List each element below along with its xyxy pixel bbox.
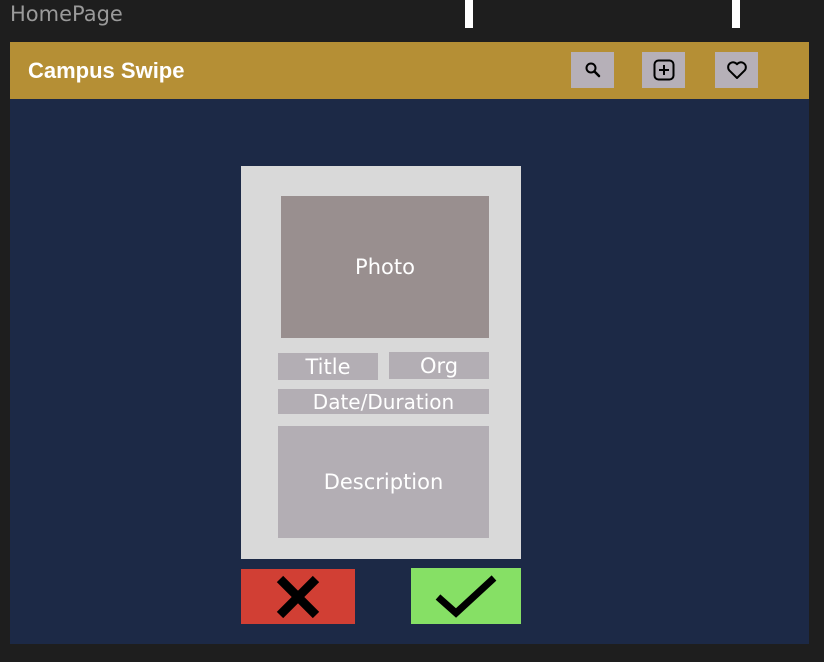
frame-marker xyxy=(732,0,740,28)
app-header: Campus Swipe xyxy=(10,42,809,99)
plus-square-icon xyxy=(653,59,674,81)
frame-label: HomePage xyxy=(10,2,123,26)
photo-placeholder: Photo xyxy=(281,196,489,338)
event-org: Org xyxy=(389,352,489,379)
event-date: Date/Duration xyxy=(278,389,489,414)
frame-marker xyxy=(465,0,473,28)
event-title: Title xyxy=(278,353,378,380)
check-icon xyxy=(435,575,497,618)
add-button[interactable] xyxy=(642,52,685,88)
app-screen: Campus Swipe Photo Title Org Date/Durati… xyxy=(10,42,809,644)
app-title: Campus Swipe xyxy=(28,58,185,83)
favorites-button[interactable] xyxy=(715,52,758,88)
reject-button[interactable] xyxy=(241,569,355,624)
event-card[interactable]: Photo Title Org Date/Duration Descriptio… xyxy=(241,166,521,559)
heart-icon xyxy=(726,61,747,79)
x-icon xyxy=(276,575,320,618)
search-icon xyxy=(585,62,600,78)
accept-button[interactable] xyxy=(411,568,521,624)
event-description: Description xyxy=(278,426,489,538)
search-button[interactable] xyxy=(571,52,614,88)
